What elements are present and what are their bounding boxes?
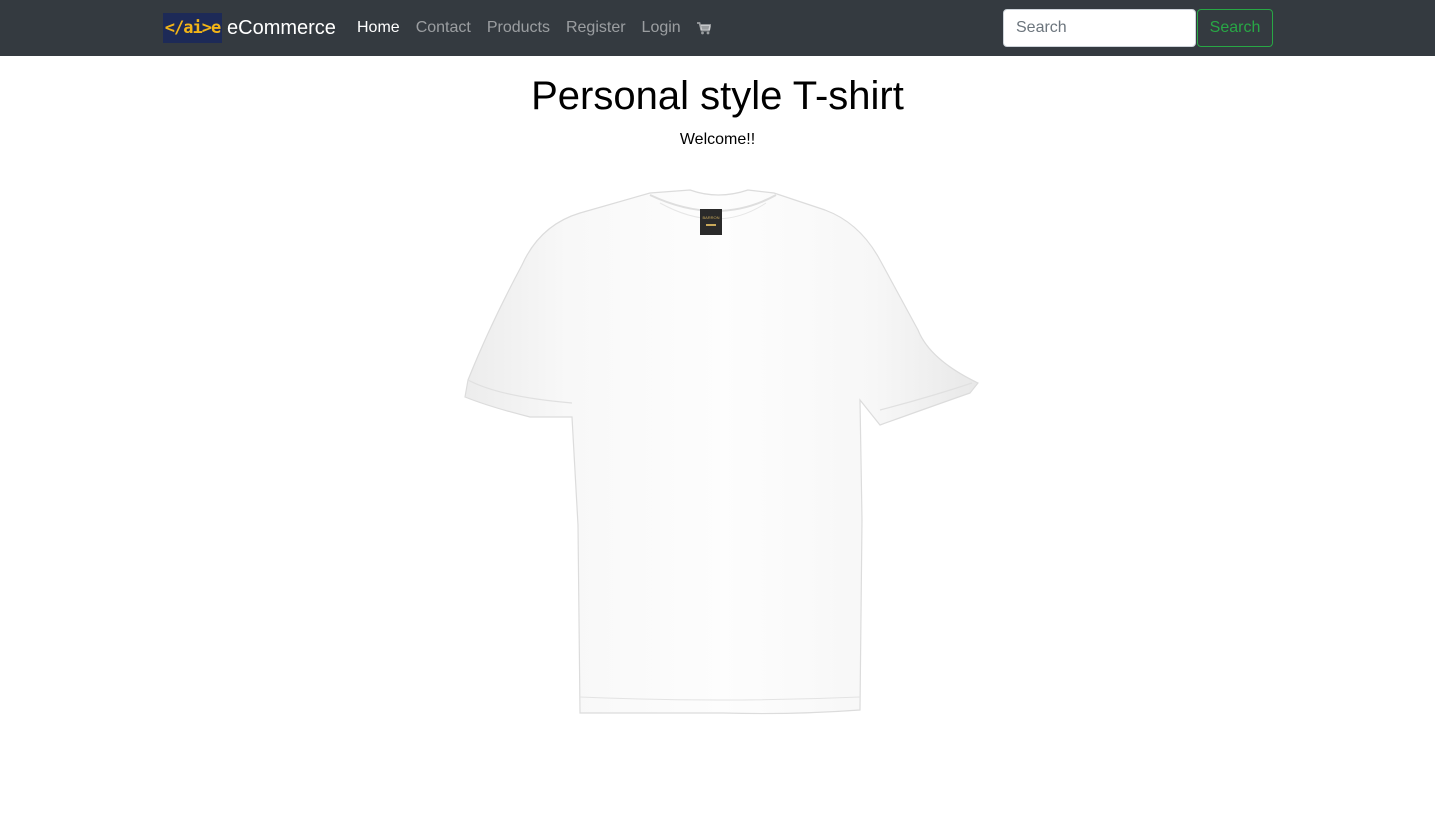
brand-name: eCommerce (227, 17, 336, 39)
brand-logo: </ai>e (163, 13, 222, 43)
search-input[interactable] (1003, 9, 1196, 47)
tshirt-product-image: BARRON (460, 185, 985, 720)
search-button[interactable]: Search (1197, 9, 1273, 47)
brand-link[interactable]: </ai>e eCommerce (163, 12, 336, 44)
welcome-text: Welcome!! (679, 131, 756, 148)
nav-links: Home Contact Products Register Login (349, 0, 719, 56)
svg-text:BARRON: BARRON (702, 215, 719, 220)
nav-link-login[interactable]: Login (634, 16, 689, 40)
nav-link-home[interactable]: Home (349, 16, 408, 40)
shopping-cart-icon[interactable] (689, 16, 719, 40)
top-navbar: </ai>e eCommerce Home Contact Products R… (0, 0, 1435, 56)
page-title: Personal style T-shirt (531, 74, 904, 118)
nav-link-contact[interactable]: Contact (408, 16, 479, 40)
nav-link-register[interactable]: Register (558, 16, 634, 40)
search-form: Search (1003, 9, 1273, 47)
nav-link-products[interactable]: Products (479, 16, 558, 40)
